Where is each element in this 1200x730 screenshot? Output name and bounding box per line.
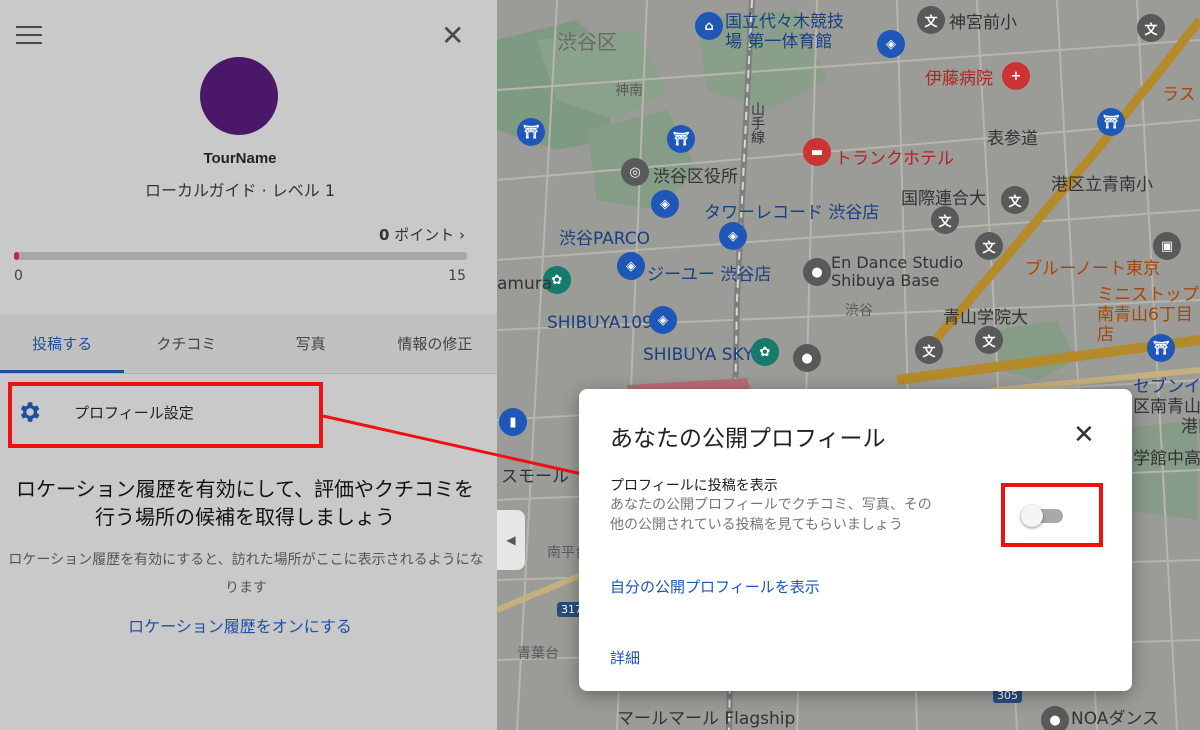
view-public-profile-link[interactable]: 自分の公開プロフィールを表示 <box>610 576 820 597</box>
highlight-box <box>1001 483 1103 547</box>
dialog-title: あなたの公開プロフィール <box>610 426 886 452</box>
show-posts-setting-title: プロフィールに投稿を表示 <box>610 478 778 494</box>
details-link[interactable]: 詳細 <box>610 647 640 668</box>
show-posts-setting-description: あなたの公開プロフィールでクチコミ、写真、その他の公開されている投稿を見てもらい… <box>610 497 932 533</box>
dialog-close-icon[interactable]: ✕ <box>1073 422 1095 448</box>
